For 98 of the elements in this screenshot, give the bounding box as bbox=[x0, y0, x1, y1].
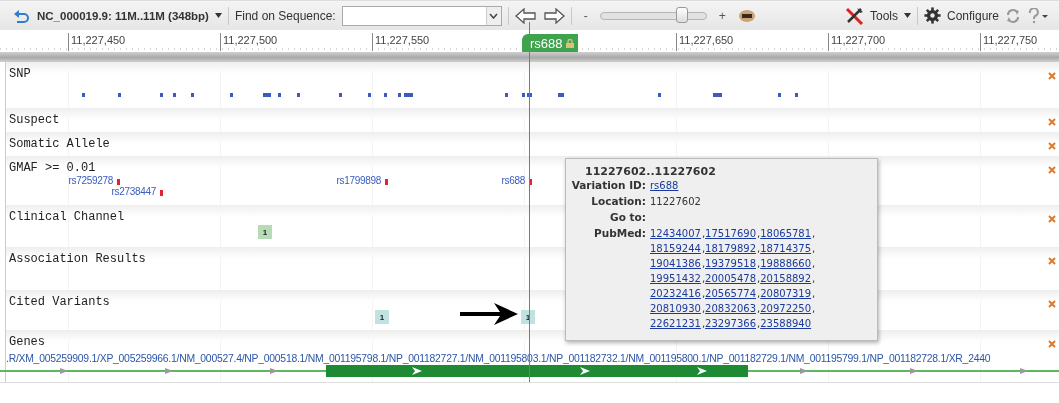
configure-button[interactable]: Configure bbox=[946, 8, 999, 23]
find-label: Find on Sequence: bbox=[234, 8, 336, 23]
separator-text: , bbox=[757, 242, 761, 256]
separator-text: , bbox=[812, 227, 816, 241]
pubmed-link[interactable]: 20972250 bbox=[760, 303, 812, 314]
pubmed-link[interactable]: 18179892 bbox=[705, 243, 756, 254]
ruler-tick-label: 11,227,550 bbox=[372, 33, 430, 51]
field-label: Location: bbox=[590, 194, 646, 209]
refresh-icon[interactable] bbox=[1005, 7, 1021, 24]
caret-icon[interactable] bbox=[214, 13, 222, 18]
close-icon[interactable] bbox=[1048, 257, 1056, 265]
variant-label[interactable]: rs688 bbox=[501, 176, 525, 186]
pubmed-link[interactable]: 19888660 bbox=[760, 258, 812, 269]
zoom-in-button[interactable]: + bbox=[712, 8, 732, 23]
variant-label[interactable]: rs1799898 bbox=[336, 176, 381, 186]
count-badge[interactable]: 1 bbox=[375, 310, 389, 324]
separator-text: , bbox=[757, 287, 761, 301]
close-icon[interactable] bbox=[1048, 166, 1056, 174]
field-label: Variation ID: bbox=[571, 178, 646, 193]
pubmed-link[interactable]: 22621231 bbox=[650, 318, 701, 329]
separator-text: , bbox=[701, 317, 706, 331]
count-badge[interactable]: 1 bbox=[258, 225, 272, 239]
pubmed-link[interactable]: 20565774 bbox=[705, 288, 756, 299]
back-icon[interactable] bbox=[13, 7, 31, 24]
track-title: Clinical Channel bbox=[9, 210, 125, 224]
separator-text: , bbox=[812, 302, 816, 316]
pubmed-link[interactable]: 20832063 bbox=[705, 303, 756, 314]
field-label: Go to: bbox=[609, 210, 646, 225]
variation-link[interactable]: rs688 bbox=[650, 180, 679, 191]
close-icon[interactable] bbox=[1048, 340, 1056, 348]
pubmed-link[interactable]: 19379518 bbox=[705, 258, 756, 269]
ruler-tick-label: 11,227,700 bbox=[828, 33, 886, 51]
close-icon[interactable] bbox=[1048, 118, 1056, 126]
track-title: SNP bbox=[9, 67, 31, 81]
lock-icon bbox=[565, 38, 574, 48]
separator-text: , bbox=[701, 287, 706, 301]
ruler-tick-label: 11,227,750 bbox=[980, 33, 1038, 51]
pubmed-link[interactable]: 23297366 bbox=[705, 318, 756, 329]
track-title: GMAF >= 0.01 bbox=[9, 161, 96, 175]
pubmed-link[interactable]: 23588940 bbox=[760, 318, 812, 329]
separator-text: , bbox=[701, 227, 706, 241]
pubmed-link[interactable]: 20807319 bbox=[760, 288, 812, 299]
find-field[interactable] bbox=[341, 5, 502, 26]
gear-icon[interactable] bbox=[923, 7, 941, 24]
ruler-tick-label: 11,227,450 bbox=[68, 33, 126, 51]
pubmed-link[interactable]: 19041386 bbox=[650, 258, 701, 269]
pubmed-link[interactable]: 18714375 bbox=[760, 243, 812, 254]
close-icon[interactable] bbox=[1048, 72, 1056, 80]
pubmed-link[interactable]: 20005478 bbox=[705, 273, 756, 284]
separator-text: , bbox=[757, 257, 761, 271]
pubmed-link[interactable]: 12434007 bbox=[650, 228, 701, 239]
separator-text: , bbox=[812, 257, 816, 271]
track-title: Suspect bbox=[9, 113, 60, 127]
close-icon[interactable] bbox=[1048, 215, 1056, 223]
separator-text: , bbox=[757, 317, 761, 331]
close-icon[interactable] bbox=[1048, 300, 1056, 308]
field-label: PubMed: bbox=[593, 226, 646, 241]
tools-menu[interactable]: Tools bbox=[869, 8, 898, 23]
zoom-out-button[interactable]: - bbox=[577, 8, 594, 23]
track-title: Association Results bbox=[9, 252, 146, 266]
gene-model-drawing[interactable] bbox=[0, 364, 1059, 378]
separator-text: , bbox=[701, 242, 706, 256]
variant-label[interactable]: rs7259278 bbox=[68, 176, 113, 186]
separator-text: , bbox=[701, 257, 706, 271]
tools-icon[interactable] bbox=[843, 6, 864, 25]
help-icon[interactable] bbox=[1027, 7, 1049, 24]
track-title: Somatic Allele bbox=[9, 137, 110, 151]
track-title: Cited Variants bbox=[9, 295, 110, 309]
slider-thumb[interactable] bbox=[675, 6, 688, 23]
pubmed-link[interactable]: 18065781 bbox=[760, 228, 812, 239]
variant-mark[interactable] bbox=[529, 179, 532, 185]
ruler-tick-label: 11,227,650 bbox=[676, 33, 734, 51]
close-icon[interactable] bbox=[1048, 142, 1056, 150]
right-arrow-icon[interactable] bbox=[542, 7, 565, 24]
pubmed-link[interactable]: 18159244 bbox=[650, 243, 701, 254]
separator-text: , bbox=[812, 272, 816, 286]
ruler-tick-label: 11,227,500 bbox=[220, 33, 278, 51]
separator-text: , bbox=[701, 302, 706, 316]
track-title: Genes bbox=[9, 335, 45, 349]
location-dropdown[interactable]: NC_000019.9: 11M..11M (348bp) bbox=[37, 9, 209, 22]
tooltip-title: 11227602..11227602 bbox=[585, 165, 717, 178]
separator-text: , bbox=[812, 242, 816, 256]
pubmed-link[interactable]: 19951432 bbox=[650, 273, 701, 284]
pubmed-link[interactable]: 20158892 bbox=[760, 273, 812, 284]
separator-text: , bbox=[757, 302, 761, 316]
variant-label[interactable]: rs2738447 bbox=[111, 187, 156, 197]
pubmed-link[interactable]: 20232416 bbox=[650, 288, 701, 299]
pubmed-link[interactable]: 20810930 bbox=[650, 303, 701, 314]
arrow-annotation bbox=[460, 302, 520, 326]
field-value: 11227602 bbox=[650, 196, 701, 207]
caret-icon[interactable] bbox=[903, 13, 911, 18]
separator-text: , bbox=[701, 272, 706, 286]
separator-text: , bbox=[757, 227, 761, 241]
separator-text: , bbox=[757, 272, 761, 286]
chevron-down-icon[interactable] bbox=[489, 12, 499, 19]
pubmed-link[interactable]: 17517690 bbox=[705, 228, 756, 239]
separator-text: , bbox=[812, 287, 816, 301]
left-arrow-icon[interactable] bbox=[514, 7, 537, 24]
